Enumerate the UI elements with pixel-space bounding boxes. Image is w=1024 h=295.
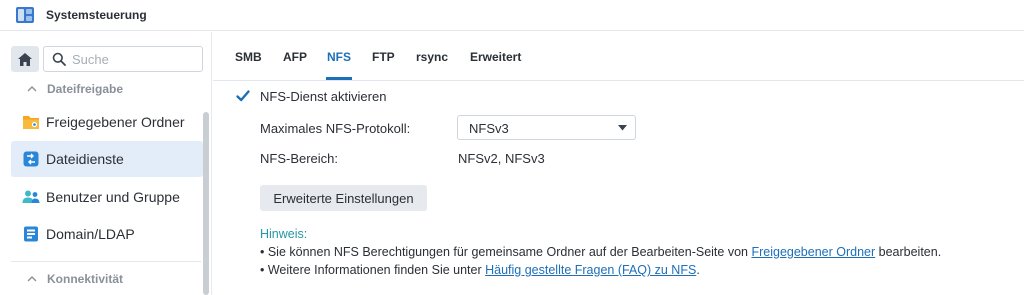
sidebar-item-label: Dateidienste bbox=[46, 151, 124, 167]
home-icon bbox=[18, 52, 32, 66]
control-panel-icon bbox=[16, 7, 34, 23]
hint-text: . bbox=[696, 263, 700, 277]
search-icon bbox=[52, 52, 66, 66]
hint-line: • Weitere Informationen finden Sie unter… bbox=[260, 263, 700, 277]
search-input[interactable] bbox=[72, 50, 198, 68]
file-services-icon bbox=[23, 151, 39, 167]
section-label: Konnektivität bbox=[47, 272, 124, 286]
hint-text: • Weitere Informationen finden Sie unter bbox=[260, 263, 486, 277]
hint-line: • Sie können NFS Berechtigungen für geme… bbox=[260, 245, 941, 259]
chevron-up-icon bbox=[27, 86, 37, 92]
tab-rsync[interactable]: rsync bbox=[416, 50, 448, 64]
nfs-enable-checkbox[interactable] bbox=[235, 88, 251, 104]
users-icon bbox=[22, 190, 40, 203]
sidebar-item-freigegebener-ordner[interactable]: Freigegebener Ordner bbox=[11, 104, 203, 140]
title-bar: Systemsteuerung bbox=[0, 0, 1024, 31]
tab-afp[interactable]: AFP bbox=[283, 50, 307, 64]
sidebar-item-label: Freigegebener Ordner bbox=[46, 114, 185, 130]
tab-ftp[interactable]: FTP bbox=[372, 50, 395, 64]
nfs-enable-label[interactable]: NFS-Dienst aktivieren bbox=[260, 89, 386, 104]
search-field[interactable] bbox=[43, 46, 203, 72]
section-label: Dateifreigabe bbox=[47, 82, 124, 96]
nfs-range-value: NFSv2, NFSv3 bbox=[458, 151, 545, 166]
select-value: NFSv3 bbox=[469, 121, 509, 136]
checkmark-icon bbox=[236, 90, 250, 102]
sidebar-item-domain-ldap[interactable]: Domain/LDAP bbox=[11, 216, 203, 252]
section-divider bbox=[11, 261, 201, 262]
hint-text: • Sie können NFS Berechtigungen für geme… bbox=[260, 245, 752, 259]
sidebar-item-benutzer-und-gruppe[interactable]: Benutzer und Gruppe bbox=[11, 179, 203, 215]
faq-link[interactable]: Häufig gestellte Fragen (FAQ) zu NFS bbox=[485, 263, 696, 277]
sidebar-item-label: Benutzer und Gruppe bbox=[46, 189, 180, 205]
sidebar-item-label: Domain/LDAP bbox=[46, 226, 135, 242]
hint-text: bearbeiten. bbox=[875, 245, 942, 259]
folder-share-icon bbox=[23, 116, 39, 129]
active-tab-indicator bbox=[326, 77, 352, 80]
tab-smb[interactable]: SMB bbox=[235, 50, 262, 64]
home-button[interactable] bbox=[11, 46, 39, 72]
advanced-settings-button[interactable]: Erweiterte Einstellungen bbox=[260, 185, 427, 211]
caret-down-icon bbox=[618, 125, 627, 131]
sidebar: Dateifreigabe Freigegebener Ordner Datei… bbox=[0, 32, 212, 295]
max-protocol-select[interactable]: NFSv3 bbox=[457, 115, 636, 140]
section-header-dateifreigabe[interactable]: Dateifreigabe bbox=[0, 78, 204, 102]
window-title: Systemsteuerung bbox=[46, 8, 147, 22]
sidebar-item-dateidienste[interactable]: Dateidienste bbox=[11, 141, 203, 177]
tab-bar: SMB AFP NFS FTP rsync Erweitert bbox=[213, 32, 1024, 81]
sidebar-scrollbar[interactable] bbox=[203, 112, 209, 295]
max-protocol-label: Maximales NFS-Protokoll: bbox=[260, 121, 411, 136]
tab-erweitert[interactable]: Erweitert bbox=[470, 50, 521, 64]
chevron-up-icon bbox=[27, 276, 37, 282]
shared-folder-link[interactable]: Freigegebener Ordner bbox=[751, 245, 875, 259]
domain-icon bbox=[24, 226, 38, 242]
hint-title: Hinweis: bbox=[260, 227, 308, 241]
nfs-range-label: NFS-Bereich: bbox=[260, 151, 339, 166]
section-header-konnektivitaet[interactable]: Konnektivität bbox=[0, 268, 204, 292]
main-panel: SMB AFP NFS FTP rsync Erweitert NFS-Dien… bbox=[213, 32, 1024, 295]
tab-nfs[interactable]: NFS bbox=[327, 50, 351, 64]
